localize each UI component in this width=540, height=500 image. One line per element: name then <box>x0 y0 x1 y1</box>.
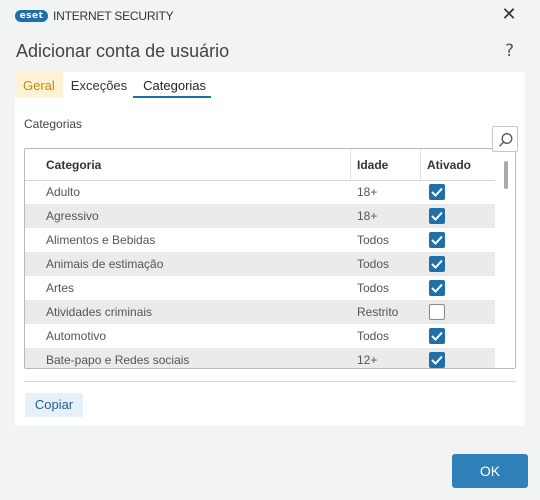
column-separator <box>350 149 351 181</box>
column-header-categoria[interactable]: Categoria <box>46 149 101 181</box>
category-age: Todos <box>357 257 390 271</box>
help-icon[interactable]: ? <box>505 41 514 61</box>
enabled-checkbox[interactable] <box>429 352 445 368</box>
table-row[interactable]: Adulto 18+ <box>25 180 495 204</box>
enabled-checkbox[interactable] <box>429 232 445 248</box>
active-tab-indicator <box>133 96 211 98</box>
search-button[interactable] <box>492 126 518 152</box>
section-label: Categorias <box>24 117 83 131</box>
tab-geral[interactable]: Geral <box>15 72 63 98</box>
scrollbar-thumb[interactable] <box>504 161 508 189</box>
copy-button[interactable]: Copiar <box>25 393 83 417</box>
category-age: Todos <box>357 329 390 343</box>
tab-categorias[interactable]: Categorias <box>135 72 214 98</box>
eset-logo: eset <box>15 10 48 22</box>
column-separator <box>420 149 421 181</box>
logo-text: eset <box>19 11 44 21</box>
category-name: Adulto <box>46 185 81 199</box>
categories-table: Categoria Idade Ativado Adulto 18+ Agressi… <box>24 148 516 369</box>
category-age: 18+ <box>357 185 378 199</box>
enabled-checkbox[interactable] <box>429 328 445 344</box>
category-name: Alimentos e Bebidas <box>46 233 156 247</box>
close-icon[interactable]: ✕ <box>500 6 518 24</box>
table-row[interactable]: Atividades criminais Restrito <box>25 300 495 324</box>
table-header: Categoria Idade Ativado <box>25 149 495 181</box>
table-row[interactable]: Agressivo 18+ <box>25 204 495 228</box>
category-age: Restrito <box>357 305 399 319</box>
enabled-checkbox[interactable] <box>429 304 445 320</box>
dialog-card: Geral Exceções Categorias Categorias Cat… <box>15 72 525 426</box>
table-row[interactable]: Bate-papo e Redes sociais 12+ <box>25 348 495 368</box>
table-row[interactable]: Animais de estimação Todos <box>25 252 495 276</box>
table-row[interactable]: Alimentos e Bebidas Todos <box>25 228 495 252</box>
category-name: Atividades criminais <box>46 305 153 319</box>
tab-excecoes[interactable]: Exceções <box>63 72 135 98</box>
category-age: Todos <box>357 233 390 247</box>
category-age: Todos <box>357 281 390 295</box>
category-name: Bate-papo e Redes sociais <box>46 353 190 367</box>
dialog-title: Adicionar conta de usuário <box>16 41 230 61</box>
table-row[interactable]: Automotivo Todos <box>25 324 495 348</box>
category-name: Artes <box>46 281 75 295</box>
category-name: Automotivo <box>46 329 107 343</box>
column-header-idade[interactable]: Idade <box>357 149 388 181</box>
title-bar: eset INTERNET SECURITY ✕ <box>0 0 540 32</box>
product-name: INTERNET SECURITY <box>53 9 174 23</box>
divider <box>24 381 516 382</box>
ok-button[interactable]: OK <box>452 454 528 488</box>
enabled-checkbox[interactable] <box>429 280 445 296</box>
category-name: Animais de estimação <box>46 257 164 271</box>
enabled-checkbox[interactable] <box>429 184 445 200</box>
category-name: Agressivo <box>46 209 99 223</box>
column-header-ativado[interactable]: Ativado <box>427 149 471 181</box>
table-row[interactable]: Artes Todos <box>25 276 495 300</box>
enabled-checkbox[interactable] <box>429 256 445 272</box>
category-age: 18+ <box>357 209 378 223</box>
table-body: Adulto 18+ Agressivo 18+ Alimentos e Bebidas… <box>25 180 495 368</box>
enabled-checkbox[interactable] <box>429 208 445 224</box>
category-age: 12+ <box>357 353 378 367</box>
search-icon <box>498 133 513 147</box>
tab-bar: Geral Exceções Categorias <box>15 72 214 98</box>
